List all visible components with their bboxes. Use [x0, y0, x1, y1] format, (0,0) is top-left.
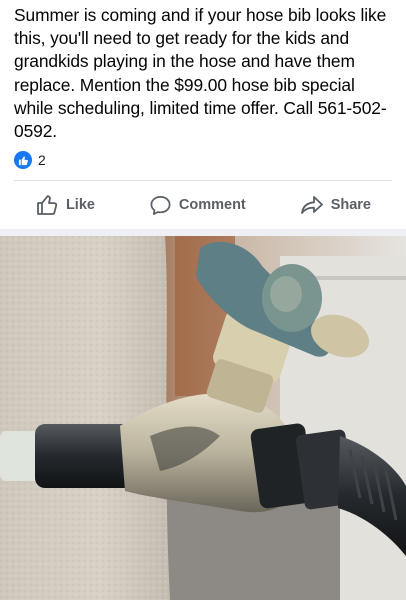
separator-band: [0, 229, 406, 236]
action-bar: Like Comment Share: [0, 186, 406, 224]
share-arrow-icon: [300, 193, 324, 217]
corroded-hose-bib-image[interactable]: [0, 236, 406, 600]
reaction-summary[interactable]: 2: [14, 150, 46, 170]
share-button[interactable]: Share: [290, 187, 381, 223]
comment-label: Comment: [178, 197, 246, 213]
comment-button[interactable]: Comment: [139, 188, 256, 223]
speech-bubble-icon: [149, 194, 172, 217]
divider: [14, 180, 392, 181]
thumbs-up-icon: [14, 151, 32, 169]
like-label: Like: [65, 197, 95, 213]
post-text: Summer is coming and if your hose bib lo…: [14, 5, 387, 142]
reaction-count: 2: [38, 152, 46, 168]
share-label: Share: [330, 197, 371, 213]
thumbs-up-outline-icon: [35, 193, 59, 217]
like-button[interactable]: Like: [25, 187, 105, 223]
